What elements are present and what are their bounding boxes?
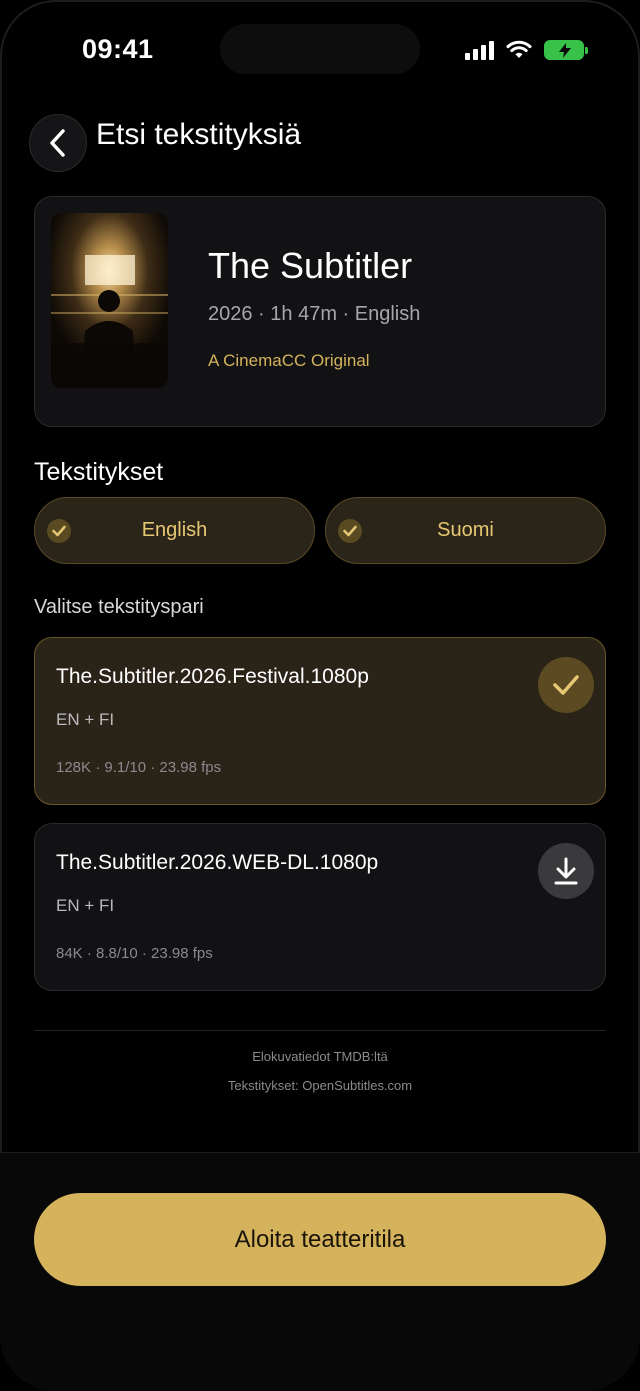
check-icon[interactable] xyxy=(538,657,594,713)
dynamic-island xyxy=(220,24,420,74)
movie-card: The Subtitler 2026 · 1h 47m · English A … xyxy=(34,196,606,427)
credit-tmdb: Elokuvatiedot TMDB:ltä xyxy=(252,1049,388,1064)
divider xyxy=(34,1030,606,1031)
subtitles-heading: Tekstitykset xyxy=(34,458,164,486)
movie-badge: A CinemaCC Original xyxy=(208,351,370,370)
phone-screen: 09:41 Etsi tekstityksiä The Subtitler 20… xyxy=(0,0,640,1391)
release-languages: EN + FI xyxy=(56,896,115,915)
battery-icon xyxy=(544,40,588,60)
pairs-heading: Valitse tekstityspari xyxy=(34,596,204,618)
movie-meta: 2026 · 1h 47m · English xyxy=(208,303,421,325)
status-bar: 09:41 xyxy=(0,0,640,100)
language-label: English xyxy=(141,519,208,541)
release-name: The.Subtitler.2026.WEB-DL.1080p xyxy=(56,851,379,874)
start-theater-mode-button[interactable]: Aloita teatteritila xyxy=(34,1193,606,1286)
language-pill-english[interactable]: English xyxy=(34,497,315,564)
language-label: Suomi xyxy=(437,519,494,541)
chevron-left-icon xyxy=(50,129,65,157)
wifi-icon xyxy=(506,40,532,58)
credit-opensubtitles: Tekstitykset: OpenSubtitles.com xyxy=(227,1078,413,1093)
release-stats: 84K · 8.8/10 · 23.98 fps xyxy=(56,945,213,962)
release-languages: EN + FI xyxy=(56,710,115,729)
release-name: The.Subtitler.2026.Festival.1080p xyxy=(56,665,369,688)
status-time: 09:41 xyxy=(82,34,154,64)
movie-title: The Subtitler xyxy=(208,245,413,286)
page-title: Etsi tekstityksiä xyxy=(96,118,302,151)
signal-icon xyxy=(465,40,494,60)
release-stats: 128K · 9.1/10 · 23.98 fps xyxy=(56,759,222,776)
back-button[interactable] xyxy=(29,114,87,172)
status-icons xyxy=(465,40,588,60)
movie-poster xyxy=(51,213,168,388)
download-icon[interactable] xyxy=(538,843,594,899)
subtitle-pair-card-selected[interactable]: The.Subtitler.2026.Festival.1080p EN + F… xyxy=(34,637,606,805)
language-pill-suomi[interactable]: Suomi xyxy=(325,497,606,564)
subtitle-pair-card[interactable]: The.Subtitler.2026.WEB-DL.1080p EN + FI … xyxy=(34,823,606,991)
